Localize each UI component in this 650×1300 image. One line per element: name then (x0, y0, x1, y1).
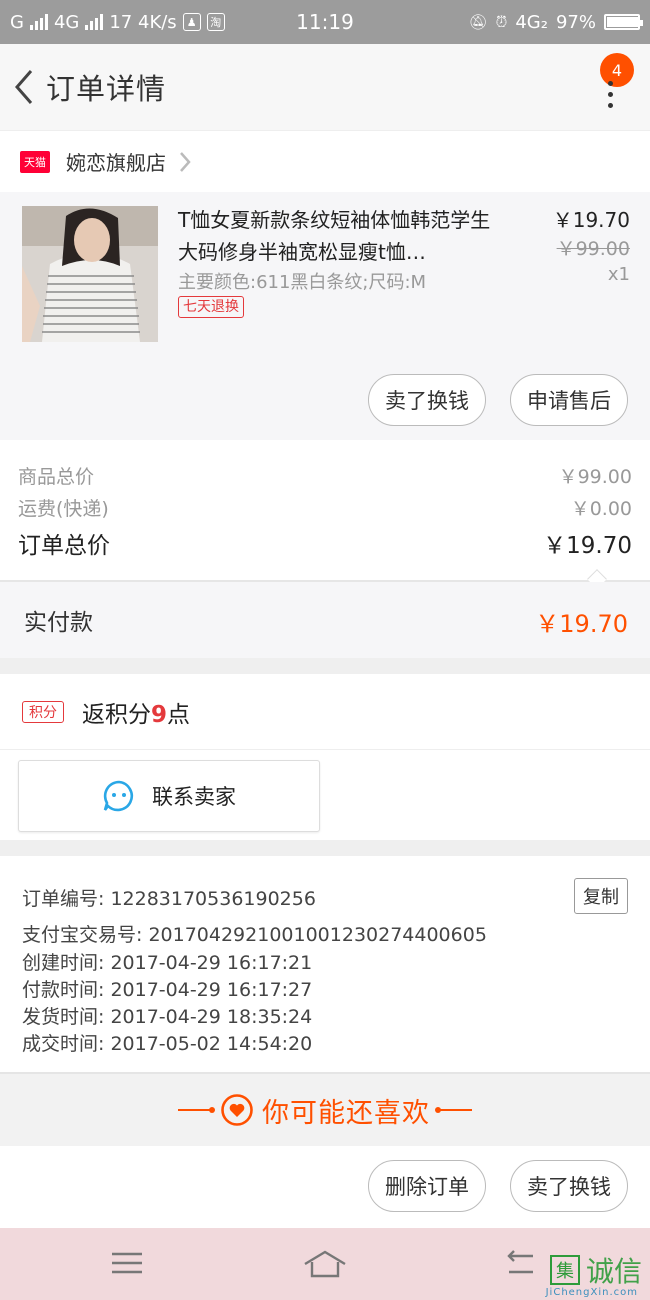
bottom-action-bar: 删除订单 卖了换钱 (0, 1146, 650, 1228)
order-item[interactable]: T恤女夏新款条纹短袖体恤韩范学生大码修身半袖宽松显瘦t恤… 主要颜色:611黑白… (0, 192, 650, 440)
alarm-icon: ⏰︎ (495, 13, 508, 31)
price-summary: 商品总价 ￥99.00 运费(快递) ￥0.00 订单总价 ￥19.70 (0, 452, 650, 580)
copy-button[interactable]: 复制 (574, 878, 628, 914)
product-thumbnail[interactable] (22, 206, 158, 342)
points-row: 积分 返积分9点 (0, 674, 650, 750)
status-bar: G 4G 17 4K/s ♟ 淘 11:19 🔕︎ ⏰︎ 4G₂ 97% (0, 0, 650, 44)
shipping-row: 运费(快递) ￥0.00 (18, 494, 632, 521)
sell-button[interactable]: 卖了换钱 (368, 374, 486, 426)
chevron-right-icon (178, 150, 192, 174)
decor-line (435, 1107, 472, 1113)
dot-icon (607, 80, 613, 86)
shipped-time: 发货时间: 2017-04-29 18:35:24 (22, 1006, 313, 1028)
dot-icon (607, 91, 613, 97)
home-icon[interactable] (302, 1248, 348, 1280)
watermark-logo: 集 诚信 (549, 1250, 642, 1290)
points-suffix: 点 (167, 701, 191, 728)
page-title: 订单详情 (46, 72, 167, 106)
order-total-row: 订单总价 ￥19.70 (18, 526, 632, 560)
points-prefix: 返积分 (82, 701, 151, 728)
qq-icon: ♟ (182, 13, 201, 31)
delete-order-button[interactable]: 删除订单 (368, 1160, 486, 1212)
order-total-value: ￥19.70 (543, 533, 632, 559)
sell-button-bottom[interactable]: 卖了换钱 (510, 1160, 628, 1212)
recommend-label: 你可能还喜欢 (262, 1097, 430, 1129)
network-label: 4G (53, 11, 80, 33)
battery-percent: 97% (555, 11, 596, 33)
product-original-price: ￥99.00 (556, 238, 630, 260)
watermark-text: 诚信 (585, 1255, 642, 1288)
network-label-2: 4G₂ (515, 11, 548, 33)
decor-line (178, 1107, 215, 1113)
goods-total-value: ￥99.00 (558, 466, 632, 488)
points-number: 9 (151, 701, 168, 728)
contact-area: 联系卖家 (0, 750, 650, 840)
back-nav-icon[interactable] (505, 1248, 535, 1278)
product-quantity: x1 (607, 264, 630, 285)
shipping-value: ￥0.00 (570, 498, 632, 520)
mute-icon: 🔕︎ (468, 13, 488, 31)
points-tag: 积分 (22, 700, 64, 723)
completed-time: 成交时间: 2017-05-02 14:54:20 (22, 1033, 313, 1055)
order-info: 订单编号: 12283170536190256 复制 支付宝交易号: 20170… (0, 856, 650, 1072)
goods-total-label: 商品总价 (18, 466, 95, 488)
data-rate: 17 4K/s (109, 11, 177, 33)
paid-row: 实付款 ￥19.70 (0, 582, 650, 658)
section-gap (0, 840, 650, 856)
goods-total-row: 商品总价 ￥99.00 (18, 462, 632, 489)
return-policy-tag: 七天退换 (178, 296, 244, 318)
paid-amount: ￥19.70 (535, 610, 628, 638)
heart-circle-icon (221, 1094, 253, 1126)
contact-seller-label: 联系卖家 (152, 785, 236, 809)
more-menu-button[interactable] (600, 72, 620, 116)
recommend-header: 你可能还喜欢 (0, 1074, 650, 1146)
shop-name: 婉恋旗舰店 (66, 151, 166, 175)
points-text: 返积分9点 (82, 695, 190, 729)
signal-icon (29, 14, 48, 30)
app-header: 订单详情 4 (0, 44, 650, 130)
paid-time: 付款时间: 2017-04-29 16:17:27 (22, 979, 313, 1001)
tmall-icon: 天猫 (20, 150, 50, 173)
alipay-trade-number: 支付宝交易号: 2017042921001001230274400605 (22, 924, 487, 946)
chat-bubble-icon (103, 780, 134, 812)
paid-label: 实付款 (24, 610, 93, 636)
shipping-label: 运费(快递) (18, 498, 109, 520)
watermark-box: 集 (549, 1255, 580, 1285)
contact-seller-button[interactable]: 联系卖家 (18, 760, 320, 832)
product-sku: 主要颜色:611黑白条纹;尺码:M (178, 272, 427, 293)
carrier-label: G (10, 11, 24, 33)
back-arrow-icon (15, 70, 33, 104)
created-time: 创建时间: 2017-04-29 16:17:21 (22, 952, 313, 974)
dot-icon (607, 102, 613, 108)
order-number: 订单编号: 12283170536190256 (22, 888, 316, 910)
product-price: ￥19.70 (552, 208, 630, 232)
watermark-url: JiChengXin.com (545, 1287, 638, 1298)
battery-icon (604, 14, 643, 30)
shop-row[interactable]: 天猫 婉恋旗舰店 (0, 130, 650, 192)
product-title[interactable]: T恤女夏新款条纹短袖体恤韩范学生大码修身半袖宽松显瘦t恤… (178, 204, 500, 268)
taobao-icon: 淘 (206, 13, 225, 31)
after-sale-button[interactable]: 申请售后 (510, 374, 628, 426)
signal-icon-2 (85, 14, 104, 30)
order-total-label: 订单总价 (18, 533, 110, 559)
section-gap (0, 658, 650, 674)
menu-icon[interactable] (110, 1248, 144, 1278)
back-button[interactable] (4, 44, 44, 130)
